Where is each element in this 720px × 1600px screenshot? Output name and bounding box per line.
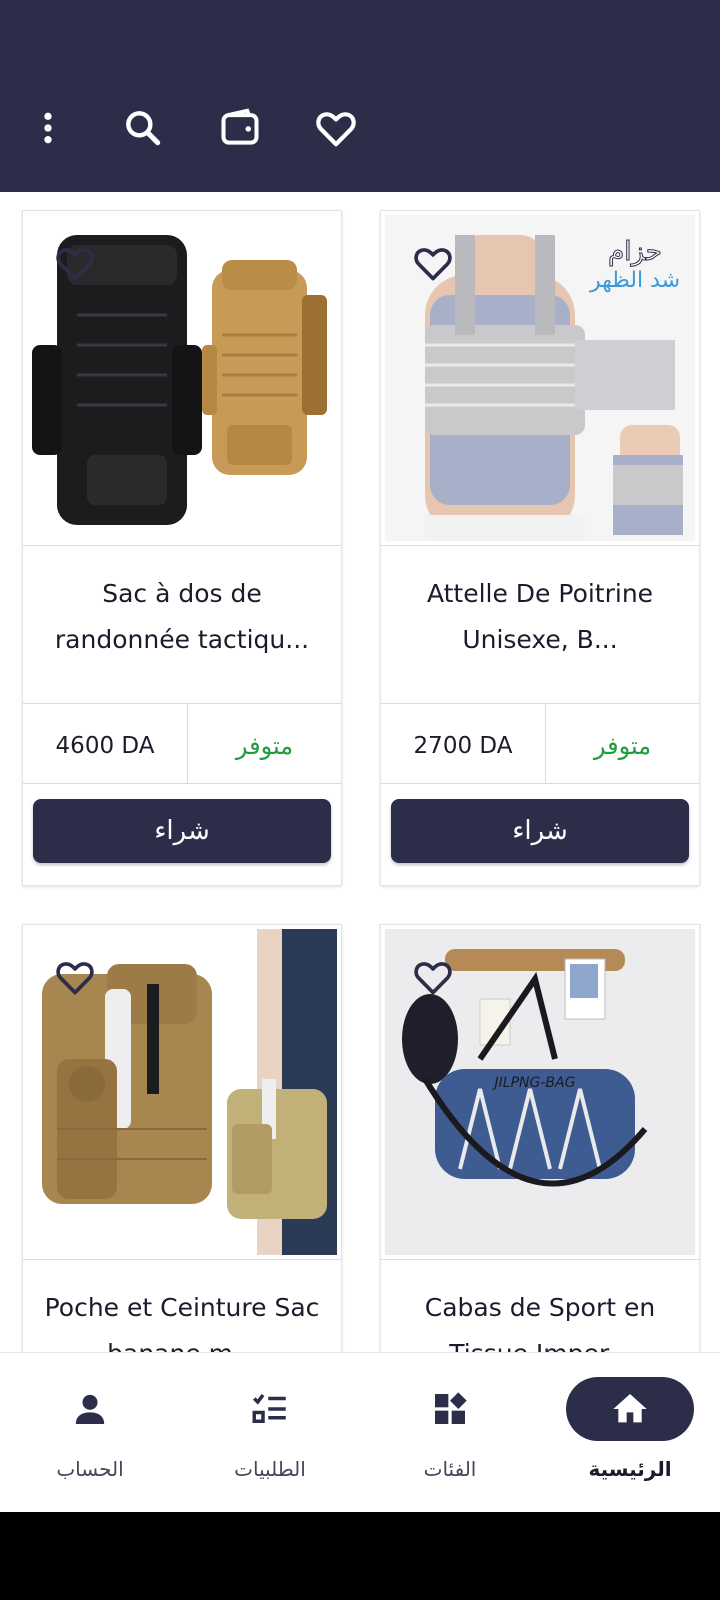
product-price: 4600 DA	[55, 733, 155, 759]
wallet-icon[interactable]	[212, 100, 268, 156]
divider	[23, 545, 341, 546]
nav-item-orders[interactable]: الطلبيات	[180, 1353, 360, 1513]
nav-item-account[interactable]: الحساب	[0, 1353, 180, 1513]
nav-label-orders: الطلبيات	[234, 1457, 306, 1481]
divider	[381, 783, 699, 784]
heart-icon[interactable]	[308, 100, 364, 156]
product-title[interactable]: Attelle De Poitrine Unisexe, B...	[395, 571, 685, 663]
product-title[interactable]: Cabas de Sport en Tissue Imper...	[395, 1285, 685, 1352]
product-card[interactable]: JILPNG-BAG Cabas de Sport en Tissue Impe…	[380, 924, 700, 1352]
product-price: 2700 DA	[413, 733, 513, 759]
divider	[381, 545, 699, 546]
nav-item-categories[interactable]: الفئات	[360, 1353, 540, 1513]
more-vert-icon[interactable]	[20, 100, 76, 156]
product-card[interactable]: Poche et Ceinture Sac banane m...	[22, 924, 342, 1352]
bag-brand-text: JILPNG-BAG	[492, 1075, 576, 1091]
top-app-bar	[0, 0, 720, 192]
product-grid: حزام شد الظهر Attelle De Poitrine Unisex…	[0, 192, 720, 1352]
search-icon[interactable]	[115, 100, 171, 156]
product-card[interactable]: حزام شد الظهر Attelle De Poitrine Unisex…	[380, 210, 700, 886]
home-icon	[566, 1377, 694, 1441]
divider	[23, 783, 341, 784]
buy-button[interactable]: شراء	[33, 799, 331, 863]
categories-icon	[386, 1377, 514, 1441]
product-title[interactable]: Sac à dos de randonnée tactiqu...	[37, 571, 327, 663]
brand-logo-text: حزام	[608, 237, 662, 267]
favorite-heart-icon[interactable]	[411, 241, 455, 285]
account-icon	[26, 1377, 154, 1441]
product-card[interactable]: Sac à dos de randonnée tactiqu... 4600 D…	[22, 210, 342, 886]
availability-status: متوفر	[235, 732, 294, 760]
buy-button[interactable]: شراء	[391, 799, 689, 863]
divider	[23, 1259, 341, 1260]
orders-list-icon	[206, 1377, 334, 1441]
bottom-navigation: الرئيسية الفئات الطلبيات الحساب	[0, 1352, 720, 1513]
availability-status: متوفر	[593, 732, 652, 760]
favorite-heart-icon[interactable]	[411, 955, 455, 999]
product-title[interactable]: Poche et Ceinture Sac banane m...	[37, 1285, 327, 1352]
nav-label-categories: الفئات	[423, 1457, 477, 1481]
nav-item-home[interactable]: الرئيسية	[540, 1353, 720, 1513]
divider	[381, 1259, 699, 1260]
nav-label-account: الحساب	[56, 1457, 124, 1481]
divider	[23, 703, 341, 704]
favorite-heart-icon[interactable]	[53, 241, 97, 285]
nav-label-home: الرئيسية	[588, 1457, 672, 1481]
system-navigation-bar	[0, 1512, 720, 1600]
divider	[381, 703, 699, 704]
favorite-heart-icon[interactable]	[53, 955, 97, 999]
brand-logo-text-2: شد الظهر	[589, 268, 680, 293]
